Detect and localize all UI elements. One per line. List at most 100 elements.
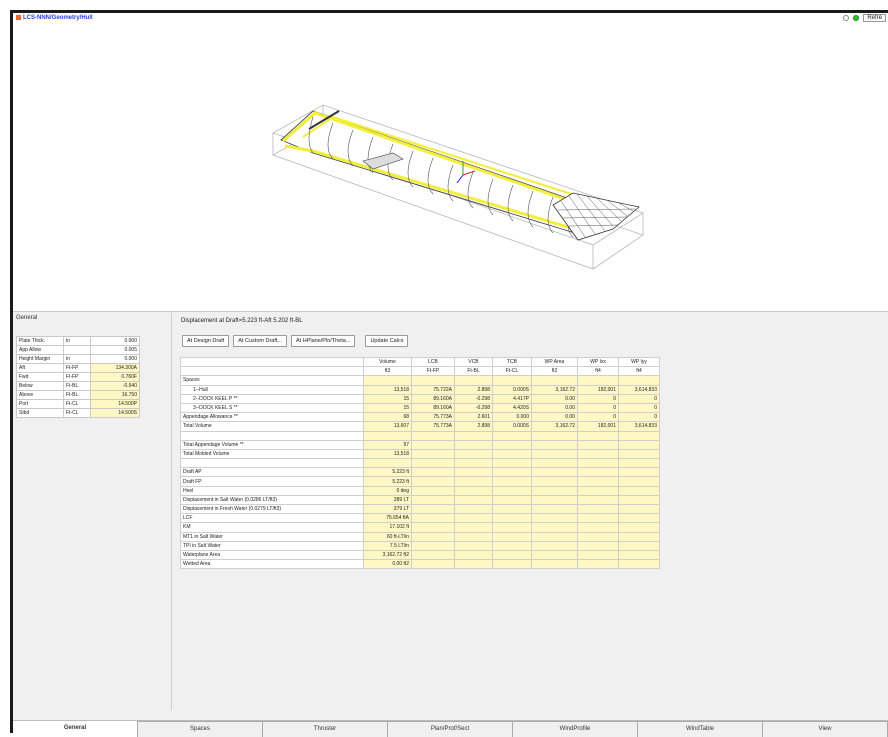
- cell-lcb: [411, 522, 455, 533]
- tab-view[interactable]: View: [763, 721, 888, 737]
- cell-wp-iyy: [618, 549, 660, 561]
- cell-wp-iyy: [618, 503, 660, 515]
- cell-volume: 68: [363, 412, 412, 423]
- tab-thruster[interactable]: Thruster: [263, 721, 388, 737]
- cell-tcb: [492, 503, 532, 515]
- hydro-row-label: TPI in Salt Water: [180, 540, 364, 551]
- general-row-value[interactable]: 14.500P: [90, 399, 140, 409]
- hydro-row-label: Displacement in Fresh Water (0.0279 LT/f…: [180, 503, 364, 515]
- cell-wp-ixx: [577, 467, 619, 478]
- at-design-draft-button[interactable]: At Design Draft: [182, 335, 230, 347]
- hydro-row-label: Total Volume: [180, 421, 364, 432]
- cell-vcb: [454, 559, 493, 570]
- cell-vcb: [454, 430, 493, 441]
- cell-wp-ixx: [577, 494, 619, 506]
- general-row-value[interactable]: 0.760F: [90, 372, 140, 382]
- general-row-value[interactable]: 0.000: [90, 354, 140, 364]
- cell-wp-area: [531, 430, 578, 441]
- cell-wp-area: [531, 513, 578, 524]
- status-circle-icon: [843, 15, 850, 21]
- tab-spaces[interactable]: Spaces: [138, 721, 263, 737]
- general-row-label: Below: [16, 381, 64, 391]
- hydro-row: Wetted Area 0.00 ft2: [180, 559, 660, 570]
- hydro-row: 2--DOCK KEEL P ** 15 89.160A -0.298 4.417P 0.…: [180, 393, 660, 404]
- hydro-row-label: KM: [180, 522, 364, 533]
- cell-wp-ixx: [577, 531, 619, 542]
- window-title-text: LCS-NNN/Geometry/Hull: [23, 15, 93, 22]
- hydro-row-label: Wetted Area: [180, 559, 364, 570]
- cell-vcb: [454, 375, 493, 386]
- cell-lcb: [411, 430, 455, 441]
- application-window: LCS-NNN/Geometry/Hull Refre General Plat…: [10, 10, 888, 737]
- cell-volume: 3,162.72 ft2: [363, 549, 412, 561]
- cell-volume: 13,518: [363, 448, 412, 460]
- tab-general[interactable]: General: [13, 721, 138, 737]
- hydro-row: Draft FP 5.223 ft: [180, 476, 660, 487]
- cell-tcb: [492, 458, 532, 469]
- hydro-row: Spaces: [180, 375, 660, 386]
- general-row-unit: [63, 345, 91, 355]
- cell-volume: 5.223 ft: [363, 476, 412, 487]
- general-row: Plate Thick. in 0.000: [16, 336, 140, 346]
- general-row: Height Margin in 0.000: [16, 354, 140, 364]
- at-hplane-button[interactable]: At HPlane/Pln/Theta...: [291, 335, 356, 347]
- general-row-value[interactable]: 0.000: [90, 336, 140, 346]
- cell-wp-ixx: [577, 503, 619, 515]
- hydro-row-label: Waterplane Area: [180, 549, 364, 561]
- cell-wp-area: [531, 485, 578, 496]
- cell-volume: 15: [363, 393, 412, 404]
- hydro-row: TPI in Salt Water 7.5 LT/in: [180, 540, 660, 551]
- cell-tcb: 0.000S: [492, 421, 532, 432]
- cell-lcb: 89.160A: [411, 402, 455, 414]
- unit-lcb: Ft-FP: [411, 366, 455, 377]
- hydro-row: Total Molded Volume 13,518: [180, 448, 660, 460]
- cell-wp-ixx: [577, 540, 619, 551]
- tab-plan-prof-sect[interactable]: Plan/Prof/Sect: [388, 721, 513, 737]
- cell-vcb: -0.298: [454, 393, 493, 404]
- cell-tcb: [492, 485, 532, 496]
- cell-tcb: [492, 559, 532, 570]
- cell-volume: 17.102 ft: [363, 522, 412, 533]
- refresh-button[interactable]: Refre: [863, 14, 886, 22]
- cell-volume: 13,607: [363, 421, 412, 432]
- at-custom-draft-button[interactable]: At Custom Draft...: [233, 335, 288, 347]
- cell-lcb: [411, 458, 455, 469]
- hydro-row-label: Total Molded Volume: [180, 448, 364, 460]
- cell-volume: 0.00 ft2: [363, 559, 412, 570]
- cell-wp-iyy: [618, 448, 660, 460]
- general-row-value[interactable]: -0.540: [90, 381, 140, 391]
- general-row-value[interactable]: 14.500S: [90, 408, 140, 418]
- update-calcs-button[interactable]: Update Calcs: [365, 335, 409, 347]
- cell-tcb: [492, 375, 532, 386]
- cell-wp-iyy: [618, 513, 660, 524]
- cell-volume: [363, 430, 412, 441]
- cell-wp-ixx: 182,001: [577, 421, 619, 432]
- tab-windtable[interactable]: WindTable: [638, 721, 763, 737]
- general-row-unit: Ft-BL: [63, 390, 91, 400]
- cell-wp-area: [531, 467, 578, 478]
- hydro-row: Draft AP 5.223 ft: [180, 467, 660, 478]
- general-row-value[interactable]: 16.750: [90, 390, 140, 400]
- general-row-value[interactable]: 134.300A: [90, 363, 140, 373]
- cell-wp-ixx: 0: [577, 412, 619, 423]
- title-bar-controls: Refre: [843, 14, 886, 22]
- 3d-hull-viewport[interactable]: [13, 25, 888, 312]
- hydro-row: Displacement in Salt Water (0.0286 LT/ft…: [180, 494, 660, 506]
- cell-lcb: 89.160A: [411, 393, 455, 404]
- cell-lcb: [411, 513, 455, 524]
- cell-lcb: [411, 467, 455, 478]
- general-row-label: Port: [16, 399, 64, 409]
- cell-wp-iyy: [618, 485, 660, 496]
- tab-windprofile[interactable]: WindProfile: [513, 721, 638, 737]
- general-row-unit: Ft-CL: [63, 408, 91, 418]
- cell-wp-area: 0.00: [531, 393, 578, 404]
- general-row: App Allow 0.005: [16, 345, 140, 355]
- cell-wp-ixx: [577, 458, 619, 469]
- cell-wp-iyy: [618, 540, 660, 551]
- header-vcb: VCB: [454, 356, 493, 368]
- general-row-value[interactable]: 0.005: [90, 345, 140, 355]
- cell-wp-ixx: [577, 430, 619, 441]
- hull-wireframe-render: [272, 104, 644, 270]
- general-row: Aft Ft-FP 134.300A: [16, 363, 140, 373]
- hydro-units-row: ft3 Ft-FP Ft-BL Ft-CL ft2 ft4 ft4: [180, 366, 660, 377]
